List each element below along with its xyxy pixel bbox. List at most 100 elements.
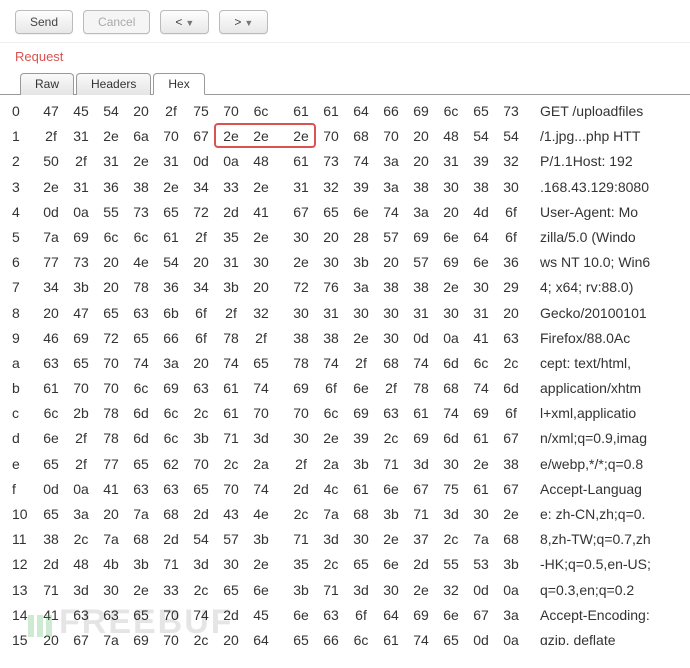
byte-cell[interactable]: 68 [126, 527, 156, 552]
byte-cell[interactable]: 6f [186, 326, 216, 351]
byte-cell[interactable]: 0a [66, 477, 96, 502]
byte-cell[interactable]: 2c [186, 628, 216, 645]
byte-cell[interactable]: 74 [376, 200, 406, 225]
hex-row[interactable]: 122d484b3b713d302e352c656e2d55533b-HK;q=… [12, 552, 678, 577]
hex-row[interactable]: 13713d302e332c656e3b713d302e320d0aq=0.3,… [12, 578, 678, 603]
byte-cell[interactable]: 0a [496, 628, 526, 645]
byte-cell[interactable]: 30 [496, 175, 526, 200]
byte-cell[interactable]: 69 [406, 426, 436, 451]
byte-cell[interactable]: 0d [36, 477, 66, 502]
byte-cell[interactable]: 30 [466, 502, 496, 527]
byte-cell[interactable]: 69 [286, 376, 316, 401]
hex-row[interactable]: 8204765636b6f2f323031303031303120 Gecko/… [12, 301, 678, 326]
byte-cell[interactable]: 2e [406, 578, 436, 603]
byte-cell[interactable]: 2e [126, 578, 156, 603]
byte-cell[interactable]: 61 [216, 376, 246, 401]
byte-cell[interactable]: 71 [286, 527, 316, 552]
byte-cell[interactable]: 31 [466, 301, 496, 326]
byte-cell[interactable]: 2e [376, 527, 406, 552]
byte-cell[interactable]: 2c [186, 401, 216, 426]
byte-cell[interactable]: 6d [496, 376, 526, 401]
byte-cell[interactable]: 70 [286, 401, 316, 426]
byte-cell[interactable]: 20 [376, 250, 406, 275]
byte-cell[interactable]: 61 [346, 477, 376, 502]
byte-cell[interactable]: 38 [406, 175, 436, 200]
byte-cell[interactable]: 74 [216, 351, 246, 376]
byte-cell[interactable]: 6f [186, 301, 216, 326]
byte-cell[interactable]: 3d [436, 502, 466, 527]
byte-cell[interactable]: 6e [346, 200, 376, 225]
byte-cell[interactable]: 77 [96, 452, 126, 477]
byte-cell[interactable]: 20 [96, 275, 126, 300]
byte-cell[interactable]: 3a [406, 200, 436, 225]
byte-cell[interactable]: 6e [246, 578, 276, 603]
byte-cell[interactable]: 2c [376, 426, 406, 451]
byte-cell[interactable]: 0d [466, 578, 496, 603]
byte-cell[interactable]: 73 [126, 200, 156, 225]
byte-cell[interactable]: 36 [496, 250, 526, 275]
byte-cell[interactable]: 2a [316, 452, 346, 477]
byte-cell[interactable]: 3b [496, 552, 526, 577]
byte-cell[interactable]: 2b [66, 401, 96, 426]
byte-cell[interactable]: 2c [286, 502, 316, 527]
byte-cell[interactable]: 75 [186, 99, 216, 124]
byte-cell[interactable]: 2d [36, 552, 66, 577]
byte-cell[interactable]: 66 [156, 326, 186, 351]
byte-cell[interactable]: 74 [436, 401, 466, 426]
byte-cell[interactable]: 33 [216, 175, 246, 200]
byte-cell[interactable]: 20 [496, 301, 526, 326]
byte-cell[interactable]: 78 [96, 401, 126, 426]
byte-cell[interactable]: 77 [36, 250, 66, 275]
byte-cell[interactable]: 3b [216, 275, 246, 300]
byte-cell[interactable]: 31 [156, 149, 186, 174]
hex-row[interactable]: 7343b207836343b2072763a38382e30294; x64;… [12, 275, 678, 300]
hex-row[interactable]: 2502f312e310d0a486173743a20313932P/1.1Ho… [12, 149, 678, 174]
byte-cell[interactable]: 38 [466, 175, 496, 200]
byte-cell[interactable]: 0d [466, 628, 496, 645]
byte-cell[interactable]: 2d [216, 200, 246, 225]
byte-cell[interactable]: 67 [406, 477, 436, 502]
byte-cell[interactable]: 61 [36, 376, 66, 401]
byte-cell[interactable]: 2e [436, 275, 466, 300]
byte-cell[interactable]: 63 [156, 477, 186, 502]
byte-cell[interactable]: 6f [346, 603, 376, 628]
byte-cell[interactable]: 6d [126, 401, 156, 426]
byte-cell[interactable]: 64 [246, 628, 276, 645]
byte-cell[interactable]: 45 [66, 99, 96, 124]
byte-cell[interactable]: 6c [346, 628, 376, 645]
byte-cell[interactable]: 30 [376, 301, 406, 326]
byte-cell[interactable]: 74 [466, 376, 496, 401]
byte-cell[interactable]: 28 [346, 225, 376, 250]
byte-cell[interactable]: 20 [216, 628, 246, 645]
byte-cell[interactable]: 57 [406, 250, 436, 275]
byte-cell[interactable]: 6d [436, 351, 466, 376]
byte-cell[interactable]: 0a [216, 149, 246, 174]
byte-cell[interactable]: 3a [346, 275, 376, 300]
byte-cell[interactable]: 78 [406, 376, 436, 401]
byte-cell[interactable]: 63 [66, 603, 96, 628]
byte-cell[interactable]: 73 [66, 250, 96, 275]
hex-row[interactable]: 12f312e6a70672e2e2e70687020485454/1.jpg.… [12, 124, 678, 149]
byte-cell[interactable]: 69 [66, 326, 96, 351]
byte-cell[interactable]: 70 [376, 124, 406, 149]
byte-cell[interactable]: 53 [466, 552, 496, 577]
byte-cell[interactable]: 2a [246, 452, 276, 477]
byte-cell[interactable]: 69 [466, 401, 496, 426]
byte-cell[interactable]: 2f [346, 351, 376, 376]
byte-cell[interactable]: 30 [436, 452, 466, 477]
byte-cell[interactable]: 68 [156, 502, 186, 527]
byte-cell[interactable]: 63 [126, 301, 156, 326]
byte-cell[interactable]: 57 [216, 527, 246, 552]
byte-cell[interactable]: 39 [346, 426, 376, 451]
byte-cell[interactable]: 54 [156, 250, 186, 275]
byte-cell[interactable]: 76 [316, 275, 346, 300]
byte-cell[interactable]: 6f [496, 225, 526, 250]
byte-cell[interactable]: 3b [286, 578, 316, 603]
byte-cell[interactable]: 2f [36, 124, 66, 149]
byte-cell[interactable]: 65 [436, 628, 466, 645]
byte-cell[interactable]: 30 [436, 301, 466, 326]
byte-cell[interactable]: 38 [316, 326, 346, 351]
byte-cell[interactable]: 31 [286, 175, 316, 200]
byte-cell[interactable]: 69 [406, 225, 436, 250]
byte-cell[interactable]: 31 [216, 250, 246, 275]
